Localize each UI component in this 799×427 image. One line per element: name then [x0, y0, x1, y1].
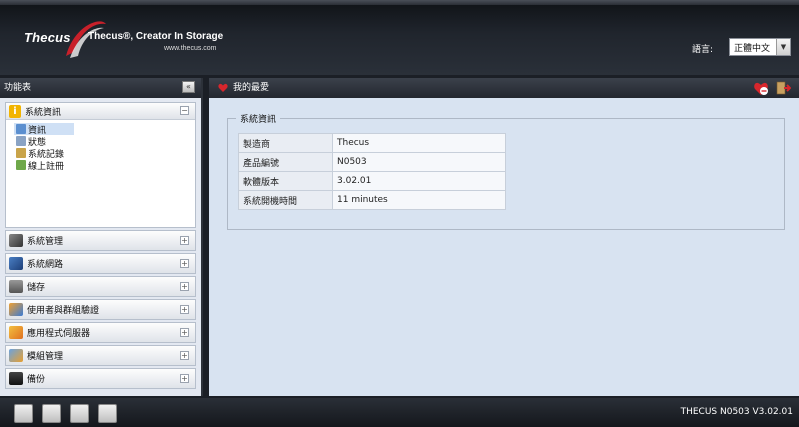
menu-section-backup[interactable]: 備份 + — [5, 368, 196, 389]
expand-icon[interactable]: + — [180, 282, 189, 291]
info-document-icon — [16, 124, 26, 134]
menu-section-system-info: i 系統資訊 − 資訊 狀態 系統記錄 線上註冊 — [5, 102, 196, 228]
logo-text: Thecus — [24, 30, 71, 45]
sidebar-item-status[interactable]: 狀態 — [16, 135, 195, 148]
info-key: 系統開機時間 — [238, 190, 333, 210]
main-title-bar: 我的最愛 — [209, 78, 799, 98]
app-header: Thecus Thecus®, Creator In Storage www.t… — [0, 0, 799, 75]
chevron-down-icon[interactable]: ▼ — [776, 39, 790, 55]
language-value: 正體中文 — [734, 43, 771, 54]
language-label: 語言: — [692, 45, 714, 55]
menu-section-network[interactable]: 系統網路 + — [5, 253, 196, 274]
sidebar-item-log[interactable]: 系統記錄 — [16, 147, 195, 160]
system-info-fieldset: 系統資訊 製造商 Thecus 產品編號 N0503 軟體版本 3.02.01 … — [227, 112, 785, 230]
app-server-icon — [9, 326, 23, 339]
expand-icon[interactable]: + — [180, 305, 189, 314]
collapse-icon[interactable]: − — [180, 106, 189, 115]
expand-icon[interactable]: + — [180, 236, 189, 245]
tagline: Thecus®, Creator In Storage — [88, 31, 224, 42]
logout-icon[interactable] — [775, 80, 791, 96]
system-info-table: 製造商 Thecus 產品編號 N0503 軟體版本 3.02.01 系統開機時… — [238, 133, 506, 210]
menu-section-label: 使用者與群組驗證 — [27, 306, 100, 316]
menu-section-label: 儲存 — [27, 283, 46, 293]
expand-icon[interactable]: + — [180, 328, 189, 337]
expand-icon[interactable]: + — [180, 351, 189, 360]
info-key: 產品編號 — [238, 152, 333, 172]
sidebar: 功能表 « i 系統資訊 − 資訊 狀態 系統記錄 線上註冊 系統管理 + 系統… — [0, 78, 203, 396]
menu-section-modules[interactable]: 模組管理 + — [5, 345, 196, 366]
heart-icon — [218, 83, 228, 92]
menu-section-label: 備份 — [27, 375, 46, 385]
module-icon — [9, 349, 23, 362]
log-icon — [16, 148, 26, 158]
expand-icon[interactable]: + — [180, 259, 189, 268]
expand-icon[interactable]: + — [180, 374, 189, 383]
menu-section-label: 模組管理 — [27, 352, 64, 362]
storage-icon — [9, 280, 23, 293]
info-key: 製造商 — [238, 133, 333, 153]
main-title: 我的最愛 — [233, 83, 270, 93]
menu-section-label: 系統網路 — [27, 260, 64, 270]
header-sheen — [0, 0, 799, 5]
website-text: www.thecus.com — [164, 45, 217, 52]
fan-icon[interactable] — [70, 404, 89, 423]
menu-section-label: 應用程式伺服器 — [27, 329, 91, 339]
table-row: 軟體版本 3.02.01 — [238, 171, 506, 191]
double-chevron-left-icon[interactable]: « — [182, 81, 195, 93]
sidebar-item-register[interactable]: 線上註冊 — [16, 159, 195, 172]
info-key: 軟體版本 — [238, 171, 333, 191]
info-value: Thecus — [332, 133, 506, 153]
sidebar-title: 功能表 — [4, 83, 32, 93]
language-select[interactable]: 正體中文 ▼ — [729, 38, 791, 56]
info-value: 3.02.01 — [332, 171, 506, 191]
main-panel: 我的最愛 系統資訊 製造商 Thecus 產品編號 N0503 軟體版本 3.0… — [209, 78, 799, 396]
tools-icon — [9, 234, 23, 247]
table-row: 製造商 Thecus — [238, 133, 506, 153]
info-value: 11 minutes — [332, 190, 506, 210]
thecus-logo: Thecus Thecus®, Creator In Storage www.t… — [20, 18, 240, 58]
remove-favorite-icon[interactable] — [753, 80, 769, 96]
info-value: N0503 — [332, 152, 506, 172]
network-tree-icon[interactable] — [98, 404, 117, 423]
table-row: 系統開機時間 11 minutes — [238, 190, 506, 210]
server-icon[interactable] — [14, 404, 33, 423]
backup-icon — [9, 372, 23, 385]
status-icon — [16, 136, 26, 146]
menu-section-storage[interactable]: 儲存 + — [5, 276, 196, 297]
users-icon — [9, 303, 23, 316]
sidebar-title-bar: 功能表 « — [0, 78, 201, 98]
firmware-version: THECUS N0503 V3.02.01 — [680, 407, 793, 417]
menu-section-label: 系統管理 — [27, 237, 64, 247]
network-icon — [9, 257, 23, 270]
disk-icon[interactable] — [42, 404, 61, 423]
table-row: 產品編號 N0503 — [238, 152, 506, 172]
sidebar-item-info[interactable]: 資訊 — [14, 123, 74, 136]
menu-section-label: 系統資訊 — [25, 107, 62, 118]
info-icon: i — [9, 104, 21, 118]
menu-section-app-server[interactable]: 應用程式伺服器 + — [5, 322, 196, 343]
sidebar-item-label: 線上註冊 — [28, 161, 65, 172]
register-icon — [16, 160, 26, 170]
footer-bar: THECUS N0503 V3.02.01 — [0, 398, 799, 427]
menu-section-users-groups[interactable]: 使用者與群組驗證 + — [5, 299, 196, 320]
menu-section-system-admin[interactable]: 系統管理 + — [5, 230, 196, 251]
fieldset-legend: 系統資訊 — [236, 112, 281, 125]
menu-section-header[interactable]: i 系統資訊 − — [6, 103, 195, 120]
